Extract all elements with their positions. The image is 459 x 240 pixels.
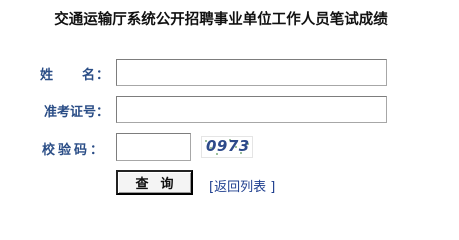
captcha-text: 0973 — [206, 137, 250, 155]
name-label-part-2: 名： — [82, 68, 111, 83]
ticket-number-label: 准考证号： — [44, 105, 110, 120]
search-button[interactable]: 查询 — [116, 170, 193, 195]
back-to-list-link[interactable]: [返回列表 ] — [209, 176, 275, 195]
page-title: 交通运输厅系统公开招聘事业单位工作人员笔试成绩 — [54, 12, 388, 28]
ticket-number-input[interactable] — [116, 96, 387, 123]
bracket-close: ] — [270, 180, 276, 195]
name-input[interactable] — [116, 59, 387, 86]
verification-code-label: 校验码： — [42, 143, 107, 158]
name-label-part-1: 姓 — [40, 68, 55, 83]
verification-code-input[interactable] — [116, 133, 191, 161]
back-to-list-label: 返回列表 — [214, 180, 267, 195]
name-label: 姓 名： — [40, 64, 110, 83]
captcha-image[interactable]: 0973 — [201, 136, 253, 158]
